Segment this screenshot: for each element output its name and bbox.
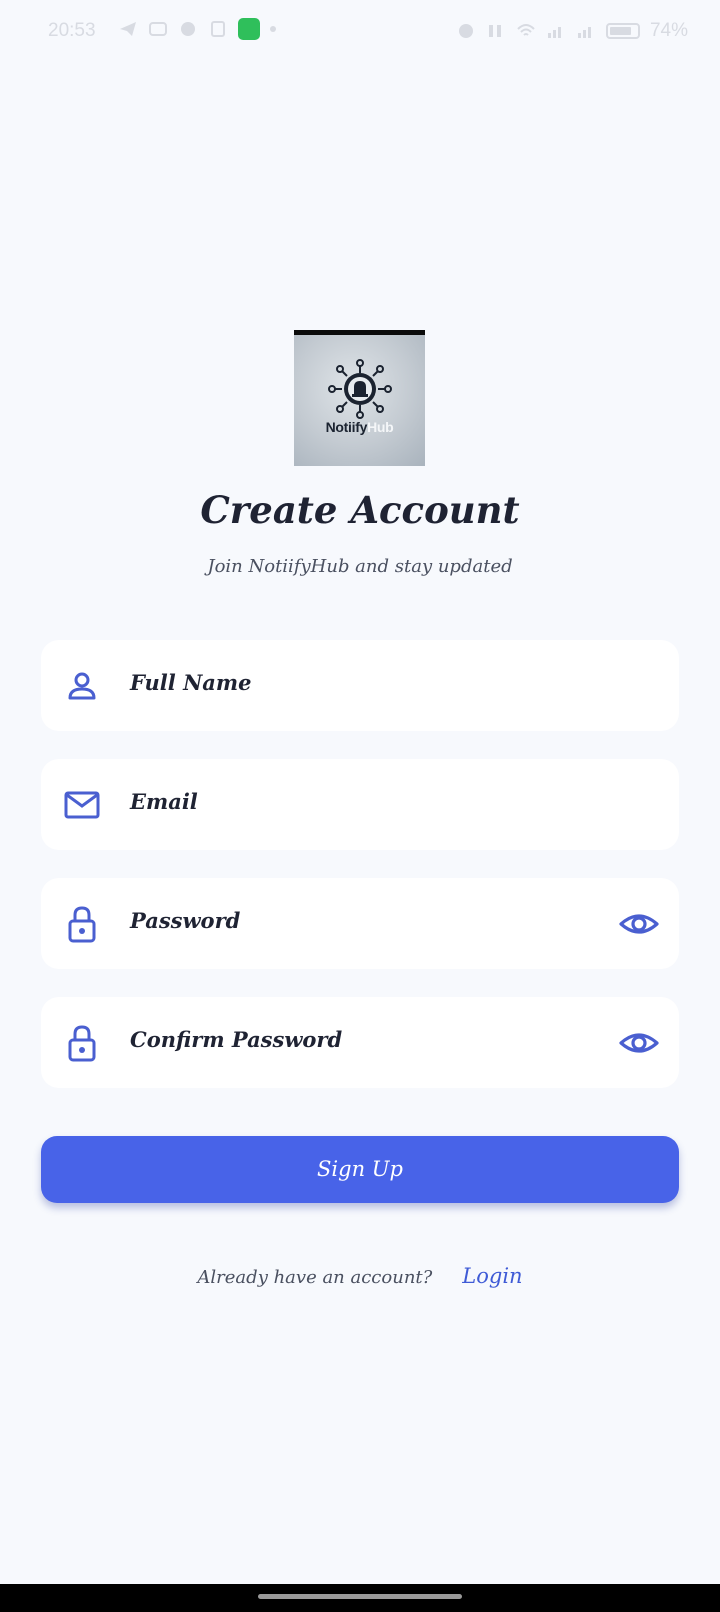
chat-icon bbox=[181, 22, 195, 36]
signal-icon-2 bbox=[577, 27, 591, 38]
show-confirm-password-icon[interactable] bbox=[619, 1024, 659, 1062]
page-subtitle: Join NotiifyHub and stay updated bbox=[207, 556, 513, 577]
home-gesture-handle[interactable] bbox=[258, 1594, 462, 1599]
battery-level: 74% bbox=[649, 20, 688, 41]
full-name-placeholder: Full Name bbox=[130, 670, 252, 695]
app-notification-icon bbox=[238, 18, 260, 40]
email-placeholder: Email bbox=[130, 789, 198, 814]
data-speed-icon bbox=[488, 25, 501, 37]
system-status-icons: 74% bbox=[456, 20, 688, 42]
signal-icon bbox=[547, 27, 561, 38]
show-password-icon[interactable] bbox=[619, 905, 659, 943]
lock-icon bbox=[68, 906, 96, 943]
status-bar: 20:53 74% bbox=[0, 0, 720, 66]
login-prompt-text: Already have an account? bbox=[197, 1267, 433, 1288]
status-time: 20:53 bbox=[48, 20, 96, 41]
app-logo: NotiifyHub bbox=[294, 330, 425, 466]
password-field[interactable]: Password bbox=[41, 878, 679, 969]
login-prompt-row: Already have an account? Login bbox=[0, 1264, 720, 1288]
person-icon bbox=[68, 672, 96, 700]
more-notifications-dot bbox=[270, 26, 276, 32]
page-title: Create Account bbox=[200, 488, 520, 532]
bell-network-icon bbox=[328, 359, 392, 419]
document-icon bbox=[211, 21, 225, 37]
notification-icons bbox=[118, 18, 276, 40]
mail-icon bbox=[64, 791, 100, 819]
battery-icon bbox=[605, 23, 640, 39]
navigation-bar bbox=[0, 1584, 720, 1612]
telegram-icon bbox=[120, 22, 136, 36]
lock-icon bbox=[68, 1025, 96, 1062]
confirm-password-placeholder: Confirm Password bbox=[130, 1027, 343, 1052]
messages-icon bbox=[149, 22, 167, 36]
full-name-field[interactable]: Full Name bbox=[41, 640, 679, 731]
confirm-password-field[interactable]: Confirm Password bbox=[41, 997, 679, 1088]
login-link[interactable]: Login bbox=[462, 1264, 522, 1288]
logo-wordmark: NotiifyHub bbox=[325, 419, 394, 435]
wifi-icon bbox=[517, 24, 535, 36]
alarm-icon bbox=[458, 24, 473, 38]
sign-up-button[interactable]: Sign Up bbox=[41, 1136, 679, 1203]
password-placeholder: Password bbox=[130, 908, 241, 933]
email-field[interactable]: Email bbox=[41, 759, 679, 850]
